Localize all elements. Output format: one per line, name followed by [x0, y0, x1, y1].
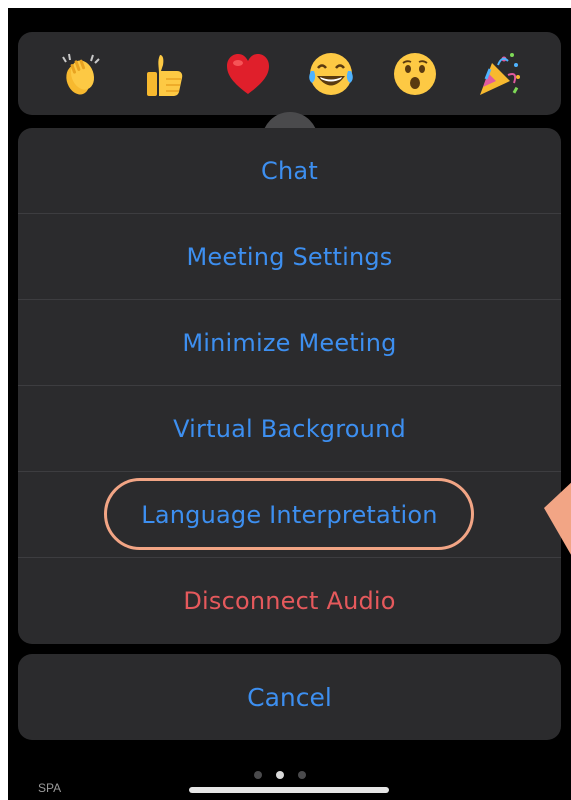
- page-dot-active[interactable]: [276, 771, 284, 779]
- menu-item-meeting-settings[interactable]: Meeting Settings: [18, 214, 561, 300]
- more-menu-screen: Chat Meeting Settings Minimize Meeting V…: [0, 0, 571, 800]
- cancel-button[interactable]: Cancel: [18, 654, 561, 740]
- menu-item-virtual-background[interactable]: Virtual Background: [18, 386, 561, 472]
- page-indicator: [254, 771, 306, 779]
- top-frame-edge: [0, 0, 571, 8]
- red-heart-icon[interactable]: [220, 46, 276, 102]
- menu-item-label: Disconnect Audio: [183, 587, 396, 615]
- page-dot[interactable]: [298, 771, 306, 779]
- menu-item-label: Chat: [261, 156, 318, 185]
- menu-item-label: Virtual Background: [173, 414, 406, 443]
- action-menu: Chat Meeting Settings Minimize Meeting V…: [18, 128, 561, 644]
- menu-item-chat[interactable]: Chat: [18, 128, 561, 214]
- menu-item-label: Language Interpretation: [141, 500, 438, 529]
- surprised-face-icon[interactable]: [387, 46, 443, 102]
- tears-of-joy-icon[interactable]: [303, 46, 359, 102]
- home-indicator[interactable]: [189, 787, 389, 793]
- page-dot[interactable]: [254, 771, 262, 779]
- menu-item-label: Meeting Settings: [186, 242, 393, 271]
- cancel-label: Cancel: [247, 682, 332, 712]
- reaction-bar: [18, 32, 561, 115]
- party-popper-icon[interactable]: [471, 46, 527, 102]
- menu-item-label: Minimize Meeting: [182, 328, 397, 357]
- corner-label: SPA: [38, 781, 62, 795]
- left-frame-edge: [0, 0, 8, 800]
- thumbs-up-icon[interactable]: [136, 46, 192, 102]
- clapping-hands-icon[interactable]: [52, 46, 108, 102]
- pointer-arrow-icon: [544, 482, 571, 555]
- menu-item-disconnect-audio[interactable]: Disconnect Audio: [18, 558, 561, 644]
- menu-item-language-interpretation[interactable]: Language Interpretation: [18, 472, 561, 558]
- menu-item-minimize-meeting[interactable]: Minimize Meeting: [18, 300, 561, 386]
